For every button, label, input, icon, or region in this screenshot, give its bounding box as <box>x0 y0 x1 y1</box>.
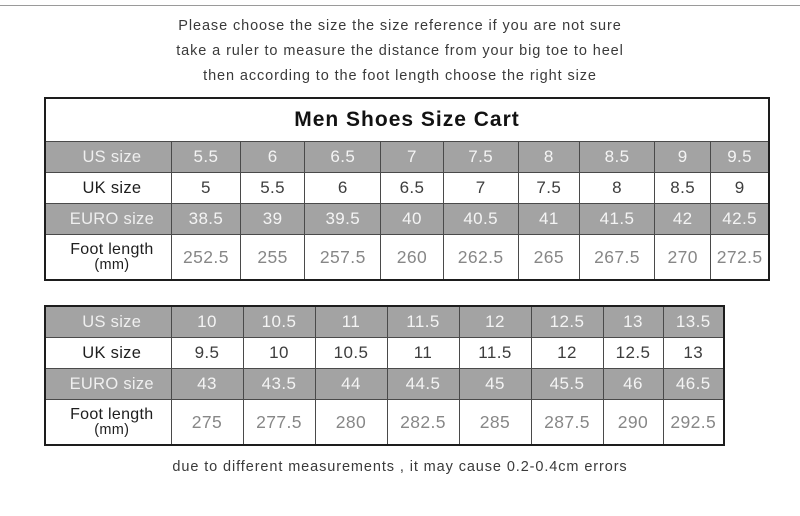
table-row-foot-length-one: Foot length (mm) 252.5 255 257.5 260 262… <box>44 234 770 281</box>
cell-us-4: 7 <box>380 141 444 173</box>
table-row-foot-length-two: Foot length (mm) 275 277.5 280 282.5 285… <box>44 399 725 446</box>
cell-foot-3: 280 <box>314 399 388 446</box>
foot-length-label-main: Foot length <box>70 406 154 423</box>
cell-euro-3: 44 <box>314 368 388 400</box>
cell-foot-5: 285 <box>458 399 532 446</box>
cell-us-8: 13.5 <box>662 305 725 338</box>
cell-foot-9: 272.5 <box>710 234 770 281</box>
cell-us-2: 6 <box>240 141 306 173</box>
cell-euro-5: 45 <box>458 368 532 400</box>
cell-us-2: 10.5 <box>242 305 316 338</box>
table-row-euro-size-two: EURO size 43 43.5 44 44.5 45 45.5 46 46.… <box>44 368 725 400</box>
cell-us-6: 8 <box>517 141 580 173</box>
cell-uk-1: 5 <box>170 172 242 204</box>
table-row-us-size-one: US size 5.5 6 6.5 7 7.5 8 8.5 9 9.5 <box>44 141 770 173</box>
measurement-disclaimer: due to different measurements , it may c… <box>172 459 628 475</box>
cell-euro-4: 44.5 <box>386 368 460 400</box>
cell-euro-6: 41 <box>517 203 580 235</box>
foot-length-label-unit: (mm) <box>94 422 130 438</box>
cell-us-6: 12.5 <box>530 305 604 338</box>
cell-foot-8: 270 <box>654 234 712 281</box>
row-label-foot-length: Foot length (mm) <box>44 234 172 281</box>
intro-instructions: Please choose the size the size referenc… <box>0 14 800 89</box>
intro-line-2: take a ruler to measure the distance fro… <box>176 43 624 59</box>
cell-uk-7: 8 <box>578 172 656 204</box>
cell-foot-1: 275 <box>170 399 244 446</box>
cell-euro-3: 39.5 <box>304 203 382 235</box>
cell-us-3: 11 <box>314 305 388 338</box>
cell-us-5: 7.5 <box>442 141 519 173</box>
intro-line-3: then according to the foot length choose… <box>203 68 597 84</box>
cell-foot-7: 267.5 <box>578 234 656 281</box>
size-chart-table-one: Men Shoes Size Cart US size 5.5 6 6.5 7 … <box>44 97 770 281</box>
cell-euro-8: 46.5 <box>662 368 725 400</box>
table-row-uk-size-one: UK size 5 5.5 6 6.5 7 7.5 8 8.5 9 <box>44 172 770 204</box>
cell-foot-8: 292.5 <box>662 399 725 446</box>
cell-euro-1: 43 <box>170 368 244 400</box>
cell-euro-4: 40 <box>380 203 444 235</box>
table-row-us-size-two: US size 10 10.5 11 11.5 12 12.5 13 13.5 <box>44 305 725 338</box>
cell-foot-7: 290 <box>602 399 664 446</box>
cell-foot-6: 287.5 <box>530 399 604 446</box>
cell-uk-8: 8.5 <box>654 172 712 204</box>
cell-uk-9: 9 <box>710 172 770 204</box>
cell-foot-4: 260 <box>380 234 444 281</box>
cell-uk-5: 11.5 <box>458 337 532 369</box>
row-label-euro-size: EURO size <box>44 368 172 400</box>
page-title: Men Shoes Size Cart <box>45 98 769 142</box>
cell-us-5: 12 <box>458 305 532 338</box>
cell-euro-2: 39 <box>240 203 306 235</box>
table-one-title-row: Men Shoes Size Cart <box>45 98 769 142</box>
cell-uk-5: 7 <box>442 172 519 204</box>
cell-us-1: 10 <box>170 305 244 338</box>
cell-uk-7: 12.5 <box>602 337 664 369</box>
cell-euro-2: 43.5 <box>242 368 316 400</box>
table-row-uk-size-two: UK size 9.5 10 10.5 11 11.5 12 12.5 13 <box>44 337 725 369</box>
cell-foot-2: 277.5 <box>242 399 316 446</box>
cell-foot-3: 257.5 <box>304 234 382 281</box>
cell-uk-1: 9.5 <box>170 337 244 369</box>
cell-foot-4: 282.5 <box>386 399 460 446</box>
cell-euro-9: 42.5 <box>710 203 770 235</box>
cell-us-1: 5.5 <box>170 141 242 173</box>
cell-euro-8: 42 <box>654 203 712 235</box>
cell-uk-2: 5.5 <box>240 172 306 204</box>
cell-foot-2: 255 <box>240 234 306 281</box>
row-label-us-size: US size <box>44 141 172 173</box>
cell-us-9: 9.5 <box>710 141 770 173</box>
cell-us-3: 6.5 <box>304 141 382 173</box>
cell-us-7: 13 <box>602 305 664 338</box>
cell-foot-6: 265 <box>517 234 580 281</box>
cell-uk-2: 10 <box>242 337 316 369</box>
cell-euro-5: 40.5 <box>442 203 519 235</box>
cell-uk-6: 12 <box>530 337 604 369</box>
row-label-uk-size: UK size <box>44 337 172 369</box>
cell-uk-3: 6 <box>304 172 382 204</box>
cell-uk-4: 11 <box>386 337 460 369</box>
row-label-uk-size: UK size <box>44 172 172 204</box>
cell-euro-1: 38.5 <box>170 203 242 235</box>
foot-length-label-unit: (mm) <box>94 257 130 273</box>
cell-uk-6: 7.5 <box>517 172 580 204</box>
cell-us-8: 9 <box>654 141 712 173</box>
row-label-foot-length: Foot length (mm) <box>44 399 172 446</box>
foot-length-label-main: Foot length <box>70 241 154 258</box>
cell-euro-7: 46 <box>602 368 664 400</box>
cell-uk-4: 6.5 <box>380 172 444 204</box>
cell-us-7: 8.5 <box>578 141 656 173</box>
cell-euro-7: 41.5 <box>578 203 656 235</box>
intro-line-1: Please choose the size the size referenc… <box>178 18 622 34</box>
row-label-us-size: US size <box>44 305 172 338</box>
cell-foot-5: 262.5 <box>442 234 519 281</box>
cell-uk-3: 10.5 <box>314 337 388 369</box>
row-label-euro-size: EURO size <box>44 203 172 235</box>
cell-euro-6: 45.5 <box>530 368 604 400</box>
top-divider-rule <box>0 5 800 6</box>
size-chart-table-two: US size 10 10.5 11 11.5 12 12.5 13 13.5 … <box>44 305 725 446</box>
cell-us-4: 11.5 <box>386 305 460 338</box>
cell-uk-8: 13 <box>662 337 725 369</box>
cell-foot-1: 252.5 <box>170 234 242 281</box>
table-row-euro-size-one: EURO size 38.5 39 39.5 40 40.5 41 41.5 4… <box>44 203 770 235</box>
